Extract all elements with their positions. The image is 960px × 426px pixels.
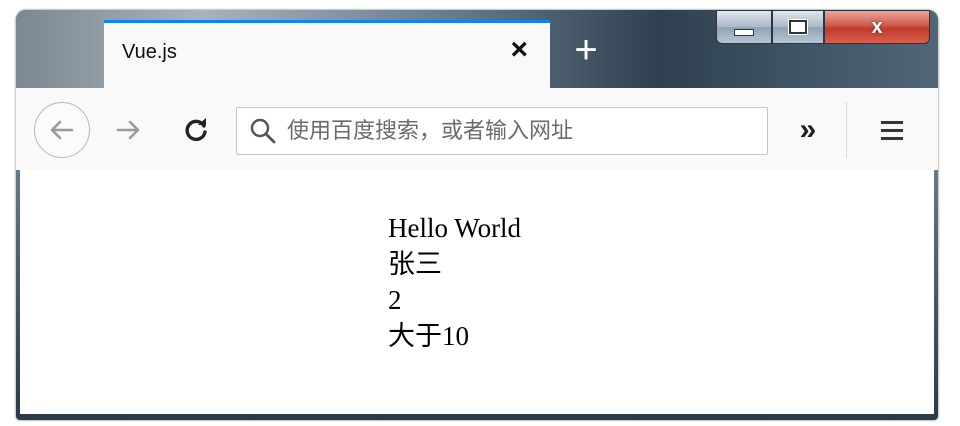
overflow-menu-button[interactable]: » [786,110,830,150]
open-menu-button[interactable] [870,110,914,150]
address-bar[interactable] [236,107,768,155]
reload-icon [185,118,207,142]
back-arrow-icon [50,120,74,140]
comparison-text: 大于10 [388,321,469,351]
search-icon [250,118,276,144]
tab-title: Vue.js [122,41,177,63]
window-controls: x [716,10,930,46]
tab-close-button[interactable]: × [510,35,528,65]
title-bar: Vue.js × + x [16,10,938,88]
maximize-icon [789,20,807,34]
tab-vuejs[interactable]: Vue.js × [104,20,550,88]
search-input[interactable] [287,108,757,154]
hello-world-text: Hello World [388,213,522,243]
back-button[interactable] [34,102,90,158]
toolbar-divider [846,102,847,158]
minimize-icon [734,28,754,36]
number-text: 2 [388,285,402,315]
maximize-button[interactable] [772,10,824,44]
hamburger-menu-icon [881,121,903,140]
forward-arrow-icon [116,120,140,140]
close-window-button[interactable]: x [824,10,930,44]
navigation-toolbar: » [16,88,938,170]
close-icon: x [871,15,883,38]
forward-button[interactable] [108,110,148,150]
browser-window: Vue.js × + x 使用百度搜索，或者输入网址 » Hello World… [16,10,938,420]
name-text: 张三 [388,249,442,279]
output-lines: Hello World 张三 2 大于10 [388,210,521,354]
new-tab-button[interactable]: + [564,30,608,74]
page-content: Hello World 张三 2 大于10 [20,170,934,414]
minimize-button[interactable] [716,10,772,44]
reload-button[interactable] [176,110,216,150]
